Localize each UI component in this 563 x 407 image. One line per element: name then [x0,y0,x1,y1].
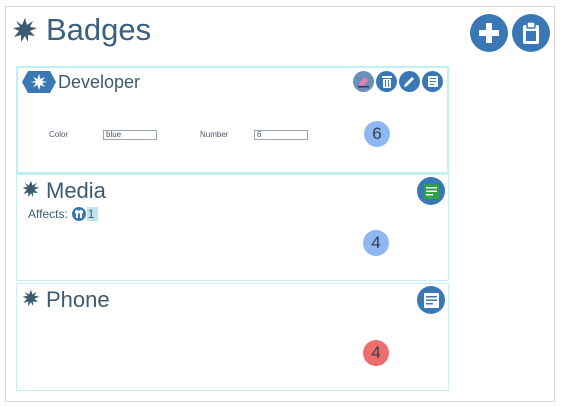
badge-star-icon [13,18,37,42]
badge-count: 4 [363,230,389,256]
badge-card-developer[interactable]: Developer Color blue Number 6 6 [16,66,449,174]
badge-star-icon [22,180,40,198]
note-icon [423,183,439,199]
people-icon [71,207,86,221]
color-field[interactable]: blue [103,130,157,140]
page-title: Badges [46,12,152,47]
notes-button[interactable] [417,177,445,205]
trash-icon [381,76,392,88]
notes-button[interactable] [417,286,445,314]
badge-card-phone[interactable]: Phone 4 [16,283,449,391]
badge-card-media[interactable]: Media Affects: 1 4 [16,174,449,281]
badge-name: Phone [46,287,110,312]
eraser-icon [358,77,369,88]
affects-label: Affects: [28,207,68,221]
delete-button[interactable] [376,71,397,92]
edit-button[interactable] [399,71,420,92]
add-badge-button[interactable] [470,14,508,52]
list-icon [427,76,438,87]
page-header: Badges [12,10,151,50]
hex-badge-icon [22,71,56,93]
clear-button[interactable] [353,71,374,92]
plus-icon [479,23,499,43]
clipboard-icon [523,21,539,44]
badge-name: Developer [58,72,141,92]
affects-row: Affects: 1 [28,207,99,221]
edit-icon [404,77,414,87]
badge-count: 6 [364,121,390,147]
notes-button[interactable] [422,71,443,92]
affects-count[interactable]: 1 [86,207,99,221]
number-label: Number [200,130,229,139]
color-label: Color [49,130,69,139]
badge-name: Media [46,178,106,203]
badge-count: 4 [363,340,389,366]
note-icon [423,292,439,308]
paste-badge-button[interactable] [512,14,550,52]
badge-star-icon [22,289,40,307]
number-field[interactable]: 6 [254,130,308,140]
